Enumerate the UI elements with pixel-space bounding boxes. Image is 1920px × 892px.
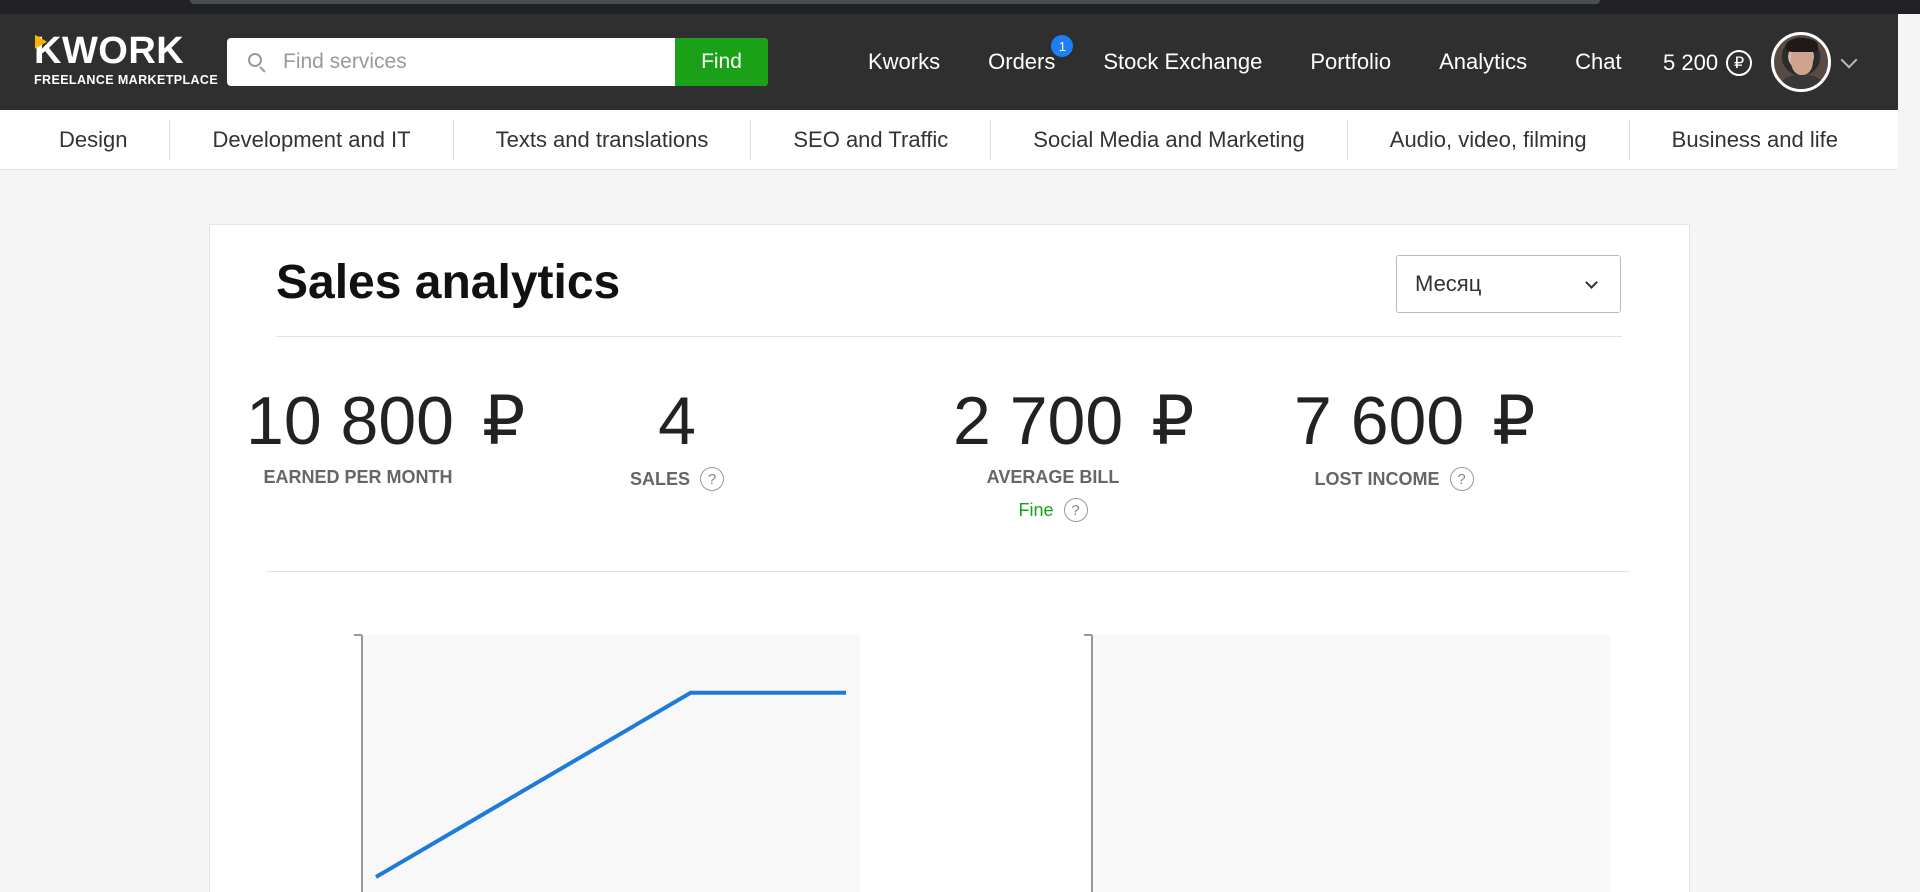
- category-development[interactable]: Development and IT: [170, 119, 454, 160]
- sales-chart-svg: 7 июля17 июля8 августа: [354, 634, 860, 892]
- period-select[interactable]: Месяц: [1396, 255, 1621, 313]
- avatar-hair: [1786, 38, 1818, 52]
- help-icon[interactable]: ?: [1449, 467, 1474, 491]
- lost-amount: 7 600: [1294, 383, 1465, 459]
- divider: [276, 336, 1622, 337]
- kwork-logo[interactable]: KWORK FREELANCE MARKETPLACE: [34, 32, 218, 87]
- logo-subtitle: FREELANCE MARKETPLACE: [34, 73, 219, 87]
- ruble-icon: ₽: [481, 383, 526, 459]
- lost-label-text: LOST INCOME: [1314, 468, 1440, 489]
- balance-amount: 5 200: [1663, 50, 1719, 75]
- category-business[interactable]: Business and life: [1630, 120, 1880, 160]
- stat-average-value: 2 700 ₽: [953, 383, 1194, 459]
- help-icon[interactable]: ?: [1063, 498, 1088, 522]
- chart-plot-area: [1092, 635, 1610, 892]
- stat-sales-value: 4: [658, 383, 696, 459]
- chart-plot-area: [362, 635, 860, 892]
- empty-chart: [1060, 633, 1640, 892]
- nav-orders-label: Orders: [988, 49, 1056, 74]
- stat-earned: 10 800 ₽ EARNED PER MONTH: [246, 383, 525, 488]
- avatar[interactable]: [1771, 32, 1831, 92]
- balance[interactable]: 5 200 ₽: [1663, 50, 1753, 76]
- category-audio-video[interactable]: Audio, video, filming: [1348, 119, 1630, 160]
- average-amount: 2 700: [953, 383, 1124, 459]
- search-icon: [227, 38, 283, 86]
- nav-analytics[interactable]: Analytics: [1439, 49, 1527, 75]
- average-note-text: Fine: [1018, 499, 1054, 520]
- logo-word: KWORK: [34, 32, 218, 70]
- stat-sales-label: SALES?: [615, 467, 739, 491]
- browser-chrome: [0, 0, 1920, 14]
- nav-chat[interactable]: Chat: [1575, 49, 1621, 75]
- search-bar: Find: [227, 38, 768, 86]
- nav-stock-exchange[interactable]: Stock Exchange: [1103, 49, 1262, 75]
- orders-badge: 1: [1051, 35, 1074, 57]
- nav-kworks[interactable]: Kworks: [868, 49, 940, 75]
- divider: [267, 571, 1629, 572]
- category-seo[interactable]: SEO and Traffic: [751, 119, 992, 160]
- category-texts[interactable]: Texts and translations: [454, 119, 752, 160]
- stat-earned-label: EARNED PER MONTH: [263, 467, 453, 487]
- ruble-icon: ₽: [1492, 383, 1536, 459]
- page-title: Sales analytics: [276, 256, 621, 309]
- stat-average-bill: 2 700 ₽ AVERAGE BILL Fine?: [953, 383, 1194, 522]
- find-button[interactable]: Find: [675, 38, 768, 86]
- ruble-icon: ₽: [1726, 50, 1753, 76]
- help-icon[interactable]: ?: [700, 467, 724, 491]
- stat-lost-income: 7 600 ₽ LOST INCOME?: [1294, 383, 1535, 491]
- sales-line-chart: 7 июля17 июля8 августа: [330, 633, 890, 892]
- browser-tab[interactable]: [190, 0, 1600, 4]
- empty-chart-svg: [1084, 634, 1610, 892]
- search-input[interactable]: [283, 38, 675, 86]
- sales-label-text: SALES: [629, 468, 690, 489]
- nav-orders[interactable]: Orders 1: [988, 35, 1074, 75]
- category-design[interactable]: Design: [0, 119, 171, 160]
- category-social-media[interactable]: Social Media and Marketing: [991, 119, 1348, 160]
- stat-average-label: AVERAGE BILL: [986, 467, 1120, 487]
- site-header: KWORK FREELANCE MARKETPLACE Find Kworks …: [0, 14, 1898, 110]
- stat-lost-label: LOST INCOME?: [1294, 467, 1494, 491]
- stat-sales: 4 SALES?: [615, 385, 739, 491]
- analytics-card: Sales analytics Месяц 10 800 ₽ EARNED PER…: [209, 224, 1690, 892]
- chevron-down-icon[interactable]: [1840, 51, 1858, 69]
- stat-average-note: Fine?: [953, 498, 1153, 522]
- main-nav: Kworks Orders 1 Stock Exchange Portfolio …: [868, 14, 1670, 110]
- category-bar: Design Development and IT Texts and tran…: [0, 110, 1898, 170]
- stat-lost-value: 7 600 ₽: [1294, 383, 1535, 459]
- ruble-icon: ₽: [1151, 383, 1195, 459]
- avatar-body: [1780, 75, 1824, 89]
- stat-earned-value: 10 800 ₽: [246, 383, 525, 459]
- logo-text: KWORK: [34, 30, 185, 72]
- nav-portfolio[interactable]: Portfolio: [1310, 49, 1391, 75]
- chevron-down-icon: [1585, 276, 1598, 289]
- earned-amount: 10 800: [246, 383, 454, 459]
- period-value: Месяц: [1415, 271, 1482, 296]
